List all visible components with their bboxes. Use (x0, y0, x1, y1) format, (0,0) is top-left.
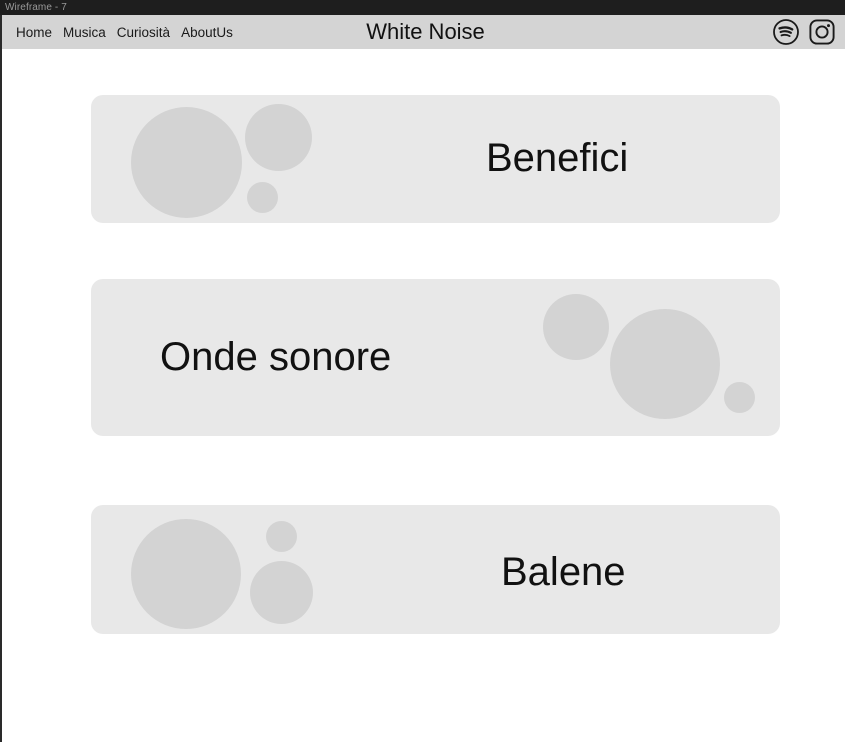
window-titlebar: Wireframe - 7 (0, 0, 845, 15)
decorative-circle-small (247, 182, 278, 213)
content-card-onde-sonore[interactable]: Onde sonore (91, 279, 780, 436)
content-card-benefici[interactable]: Benefici (91, 95, 780, 223)
site-header: Home Musica Curiosità AboutUs White Nois… (0, 15, 845, 49)
nav-item-musica[interactable]: Musica (63, 25, 106, 40)
decorative-circle-medium (543, 294, 609, 360)
card-label: Onde sonore (160, 335, 392, 379)
decorative-circle-large (131, 519, 241, 629)
decorative-circle-medium (250, 561, 313, 624)
card-label: Benefici (486, 136, 629, 180)
decorative-circle-small (266, 521, 297, 552)
decorative-circle-small (724, 382, 755, 413)
nav-item-curiosita[interactable]: Curiosità (117, 25, 170, 40)
main-navigation: Home Musica Curiosità AboutUs (16, 15, 233, 49)
decorative-circle-large (131, 107, 242, 218)
decorative-circle-large (610, 309, 720, 419)
nav-item-aboutus[interactable]: AboutUs (181, 25, 233, 40)
instagram-icon[interactable] (809, 19, 835, 45)
nav-item-home[interactable]: Home (16, 25, 52, 40)
spotify-icon[interactable] (773, 19, 799, 45)
app-canvas: Home Musica Curiosità AboutUs White Nois… (0, 15, 845, 742)
social-links (773, 15, 835, 49)
card-label: Balene (501, 550, 626, 594)
window-title: Wireframe - 7 (5, 2, 67, 13)
decorative-circle-medium (245, 104, 312, 171)
content-card-balene[interactable]: Balene (91, 505, 780, 634)
